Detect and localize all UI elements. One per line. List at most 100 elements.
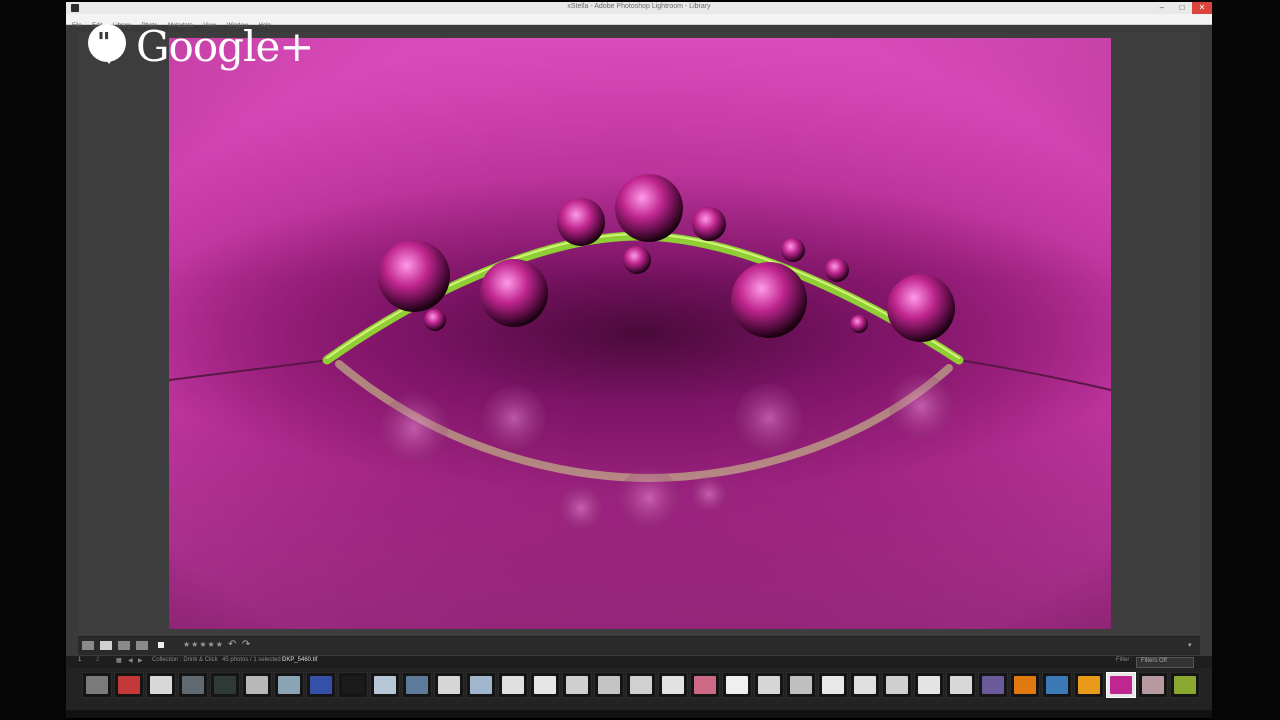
thumbnail-image bbox=[278, 676, 300, 694]
filmstrip-thumbnail[interactable] bbox=[242, 672, 272, 698]
thumbnail-image bbox=[182, 676, 204, 694]
thumbnail-image bbox=[1110, 676, 1132, 694]
thumbnail-image bbox=[342, 676, 364, 694]
filmstrip-thumbnail[interactable] bbox=[210, 672, 240, 698]
filmstrip-thumbnail[interactable] bbox=[786, 672, 816, 698]
compare-view-button[interactable] bbox=[118, 641, 130, 650]
rotate-left-icon[interactable]: ↶ bbox=[228, 639, 236, 650]
filmstrip-thumbnail[interactable] bbox=[498, 672, 528, 698]
monitor-2-icon[interactable]: 2 bbox=[96, 657, 99, 663]
photo-count: 45 photos / 1 selected / bbox=[222, 657, 285, 663]
thumbnail-image bbox=[438, 676, 460, 694]
filmstrip-thumbnail[interactable] bbox=[754, 672, 784, 698]
desktop-right-strip bbox=[1212, 0, 1280, 720]
monitor-1-icon[interactable]: 1 bbox=[78, 657, 81, 663]
thumbnail-image bbox=[150, 676, 172, 694]
filmstrip-header: 1 2 ▦ ◀ ▶ Collection : Drink & Click 45 … bbox=[66, 656, 1212, 668]
loupe-view-button[interactable] bbox=[100, 641, 112, 650]
survey-view-button[interactable] bbox=[136, 641, 148, 650]
filmstrip-thumbnail[interactable] bbox=[978, 672, 1008, 698]
thumbnail-image bbox=[886, 676, 908, 694]
filmstrip-thumbnail[interactable] bbox=[306, 672, 336, 698]
thumbnail-image bbox=[822, 676, 844, 694]
thumbnail-image bbox=[950, 676, 972, 694]
thumbnail-image bbox=[502, 676, 524, 694]
back-arrow-icon[interactable]: ◀ bbox=[128, 657, 133, 664]
thumbnail-image bbox=[246, 676, 268, 694]
filmstrip-thumbnail[interactable] bbox=[594, 672, 624, 698]
filmstrip-thumbnail[interactable] bbox=[818, 672, 848, 698]
thumbnail-image bbox=[214, 676, 236, 694]
filmstrip-thumbnail[interactable] bbox=[1074, 672, 1104, 698]
thumbnail-image bbox=[758, 676, 780, 694]
forward-arrow-icon[interactable]: ▶ bbox=[138, 657, 143, 664]
thumbnail-image bbox=[118, 676, 140, 694]
window-title: xStella - Adobe Photoshop Lightroom - Li… bbox=[567, 3, 711, 10]
filmstrip-thumbnail[interactable] bbox=[914, 672, 944, 698]
filmstrip-thumbnail[interactable] bbox=[338, 672, 368, 698]
filmstrip-thumbnail[interactable] bbox=[690, 672, 720, 698]
filmstrip-thumbnail[interactable] bbox=[658, 672, 688, 698]
filmstrip-thumbnail[interactable] bbox=[946, 672, 976, 698]
thumbnail-image bbox=[1078, 676, 1100, 694]
filmstrip-thumbnail[interactable] bbox=[722, 672, 752, 698]
rotate-right-icon[interactable]: ↷ bbox=[242, 639, 250, 650]
watermark-text: Google+ bbox=[136, 22, 314, 71]
menu-file[interactable]: File bbox=[72, 21, 82, 31]
desktop-left-strip bbox=[0, 0, 69, 720]
grid-view-button[interactable] bbox=[82, 641, 94, 650]
thumbnail-image bbox=[310, 676, 332, 694]
filmstrip-thumbnail[interactable] bbox=[114, 672, 144, 698]
thumbnail-image bbox=[918, 676, 940, 694]
filmstrip-thumbnail[interactable] bbox=[434, 672, 464, 698]
thumbnail-image bbox=[726, 676, 748, 694]
thumbnail-image bbox=[598, 676, 620, 694]
filmstrip-thumbnail[interactable] bbox=[882, 672, 912, 698]
thumbnail-image bbox=[86, 676, 108, 694]
thumbnail-image bbox=[566, 676, 588, 694]
quote-icon: " bbox=[97, 28, 111, 58]
flag-button[interactable] bbox=[158, 642, 164, 648]
thumbnail-image bbox=[790, 676, 812, 694]
filmstrip-thumbnail[interactable] bbox=[82, 672, 112, 698]
filmstrip-thumbnail[interactable] bbox=[626, 672, 656, 698]
filmstrip-thumbnail[interactable] bbox=[402, 672, 432, 698]
thumbnail-image bbox=[374, 676, 396, 694]
minimize-button[interactable]: – bbox=[1152, 2, 1172, 14]
filmstrip bbox=[66, 668, 1212, 710]
thumbnail-image bbox=[534, 676, 556, 694]
water-drop-illustration bbox=[169, 174, 1111, 530]
thumbnail-image bbox=[1046, 676, 1068, 694]
filmstrip-thumbnail[interactable] bbox=[530, 672, 560, 698]
grid-icon[interactable]: ▦ bbox=[116, 657, 122, 664]
filmstrip-thumbnail[interactable] bbox=[1138, 672, 1168, 698]
filter-value: Filters Off bbox=[1141, 658, 1167, 664]
filmstrip-thumbnail[interactable] bbox=[1170, 672, 1200, 698]
maximize-button[interactable]: □ bbox=[1172, 2, 1192, 14]
thumbnail-image bbox=[662, 676, 684, 694]
rating-stars[interactable]: ★★★★★ bbox=[183, 640, 224, 649]
filter-dropdown[interactable]: Filters Off bbox=[1136, 657, 1194, 668]
filmstrip-thumbnail[interactable] bbox=[1010, 672, 1040, 698]
filmstrip-thumbnail[interactable] bbox=[1106, 672, 1136, 698]
close-button[interactable]: ✕ bbox=[1192, 2, 1212, 14]
thumbnail-image bbox=[406, 676, 428, 694]
thumbnail-image bbox=[470, 676, 492, 694]
filmstrip-thumbnail[interactable] bbox=[274, 672, 304, 698]
filmstrip-thumbnail[interactable] bbox=[466, 672, 496, 698]
filmstrip-thumbnail[interactable] bbox=[562, 672, 592, 698]
filmstrip-thumbnail[interactable] bbox=[850, 672, 880, 698]
bottom-panel-toggle[interactable] bbox=[66, 710, 1212, 718]
filmstrip-thumbnail[interactable] bbox=[178, 672, 208, 698]
thumbnail-image bbox=[630, 676, 652, 694]
thumbnail-image bbox=[1174, 676, 1196, 694]
filmstrip-thumbnail[interactable] bbox=[146, 672, 176, 698]
lightroom-window: xStella - Adobe Photoshop Lightroom - Li… bbox=[66, 2, 1212, 718]
main-photo[interactable] bbox=[169, 38, 1111, 629]
filmstrip-thumbnail[interactable] bbox=[370, 672, 400, 698]
collection-label[interactable]: Collection : Drink & Click bbox=[152, 657, 218, 663]
toolbar-menu-chevron-icon[interactable]: ▾ bbox=[1188, 641, 1192, 649]
thumbnail-image bbox=[1014, 676, 1036, 694]
thumbnail-image bbox=[1142, 676, 1164, 694]
filmstrip-thumbnail[interactable] bbox=[1042, 672, 1072, 698]
